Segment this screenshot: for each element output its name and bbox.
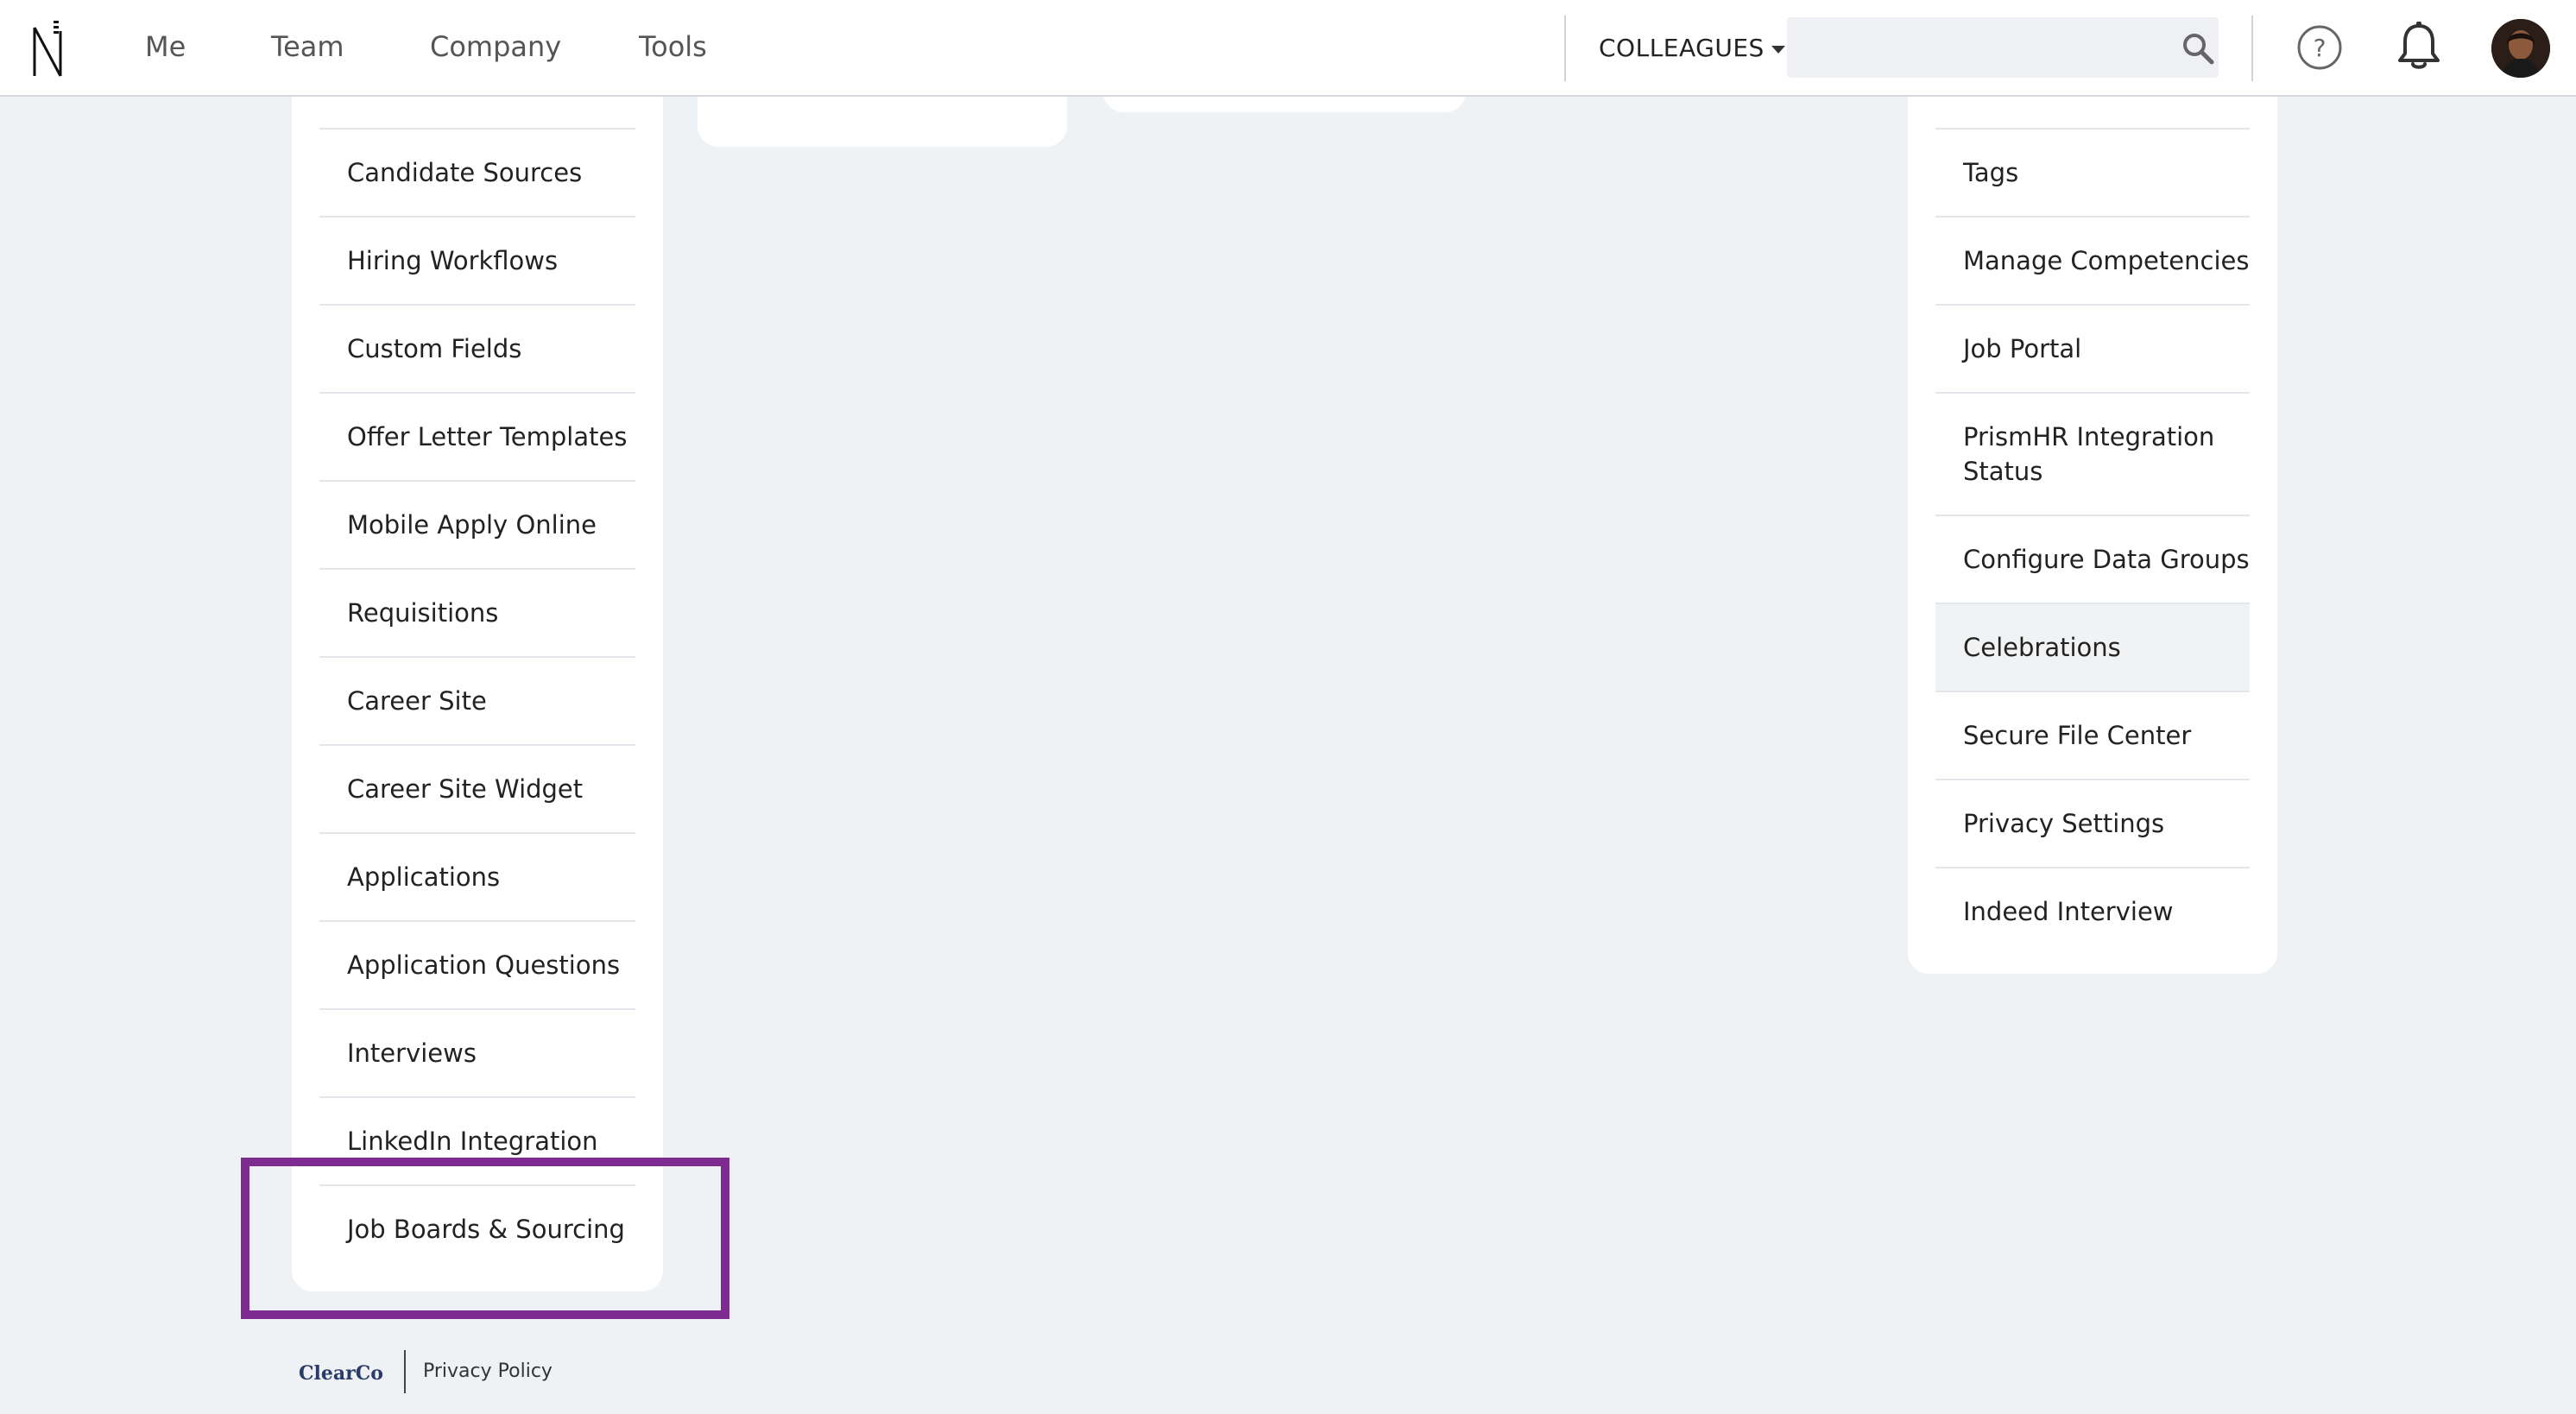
search-input[interactable] (1787, 17, 2219, 78)
menu-item-job-portal[interactable]: Job Portal (1935, 304, 2250, 392)
menu-item-label: Secure File Center (1963, 721, 2192, 750)
app-logo-icon[interactable] (31, 19, 66, 79)
menu-item-label: Career Site Widget (347, 774, 584, 804)
page: Me Team Company Tools COLLEAGUES ? Candi… (0, 0, 2576, 1414)
clearco-logo[interactable]: ClearCo (299, 1359, 392, 1388)
menu-item-label: Indeed Interview (1963, 897, 2174, 926)
menu-item-label: Job Boards & Sourcing (347, 1215, 625, 1244)
menu-item-applications[interactable]: Applications (319, 832, 635, 920)
menu-item-label: Hiring Workflows (347, 246, 559, 275)
menu-item-linkedin-integration[interactable]: LinkedIn Integration (319, 1096, 635, 1184)
menu-item-hiring-workflows[interactable]: Hiring Workflows (319, 216, 635, 304)
user-avatar[interactable] (2491, 19, 2550, 78)
menu-item-label: Requisitions (347, 598, 499, 628)
colleagues-dropdown[interactable]: COLLEAGUES (1599, 31, 1785, 66)
menu-item-mobile-apply-online[interactable]: Mobile Apply Online (319, 480, 635, 568)
menu-item-label: LinkedIn Integration (347, 1127, 598, 1156)
caret-down-icon (1771, 45, 1785, 54)
menu-item-label: Custom Fields (347, 334, 522, 363)
menu-item-label: Offer Letter Templates (347, 422, 628, 451)
menu-item-label: Privacy Settings (1963, 809, 2165, 838)
menu-item-label: Job Portal (1963, 334, 2082, 363)
menu-item-candidate-sources[interactable]: Candidate Sources (319, 128, 635, 216)
menu-item-privacy-settings[interactable]: Privacy Settings (1935, 779, 2250, 867)
menu-item-prismhr-integration-status[interactable]: PrismHR Integration Status (1935, 392, 2250, 514)
settings-card-right: Tags Manage Competencies Job Portal Pris… (1908, 0, 2277, 974)
menu-item-job-boards-sourcing[interactable]: Job Boards & Sourcing (319, 1184, 635, 1272)
menu-item-label: PrismHR Integration Status (1963, 422, 2215, 486)
menu-item-secure-file-center[interactable]: Secure File Center (1935, 691, 2250, 779)
menu-item-label: Interviews (347, 1038, 477, 1068)
menu-item-configure-data-groups[interactable]: Configure Data Groups (1935, 514, 2250, 603)
privacy-policy-link[interactable]: Privacy Policy (423, 1359, 552, 1385)
menu-item-custom-fields[interactable]: Custom Fields (319, 304, 635, 392)
menu-item-label: Celebrations (1963, 633, 2121, 662)
menu-item-indeed-interview[interactable]: Indeed Interview (1935, 867, 2250, 955)
menu-item-offer-letter-templates[interactable]: Offer Letter Templates (319, 392, 635, 480)
nav-divider (1564, 16, 1566, 81)
menu-item-label: Mobile Apply Online (347, 510, 597, 540)
menu-item-celebrations[interactable]: Celebrations (1935, 603, 2250, 691)
menu-item-tags[interactable]: Tags (1935, 128, 2250, 216)
clearco-logo-text: ClearCo (299, 1362, 383, 1385)
menu-item-label: Candidate Sources (347, 158, 583, 187)
avatar-portrait-icon (2491, 19, 2550, 78)
menu-item-label: Manage Competencies (1963, 246, 2250, 275)
notifications-bell-icon[interactable] (2395, 21, 2443, 73)
menu-item-requisitions[interactable]: Requisitions (319, 568, 635, 656)
menu-item-label: Career Site (347, 686, 487, 716)
colleagues-label: COLLEAGUES (1599, 34, 1765, 62)
settings-card-left: Candidate Sources Hiring Workflows Custo… (292, 0, 663, 1291)
menu-item-label: Applications (347, 862, 501, 892)
nav-company[interactable]: Company (430, 29, 561, 64)
footer-divider (404, 1350, 406, 1393)
menu-item-career-site[interactable]: Career Site (319, 656, 635, 744)
menu-item-label: Configure Data Groups (1963, 545, 2250, 574)
menu-item-interviews[interactable]: Interviews (319, 1008, 635, 1096)
menu-item-manage-competencies[interactable]: Manage Competencies (1935, 216, 2250, 304)
search-icon[interactable] (2181, 31, 2215, 66)
nav-me[interactable]: Me (145, 29, 186, 64)
menu-item-application-questions[interactable]: Application Questions (319, 920, 635, 1008)
menu-item-career-site-widget[interactable]: Career Site Widget (319, 744, 635, 832)
menu-item-label: Tags (1963, 158, 2019, 187)
nav-divider-right (2251, 16, 2253, 81)
top-navigation: Me Team Company Tools COLLEAGUES ? (0, 0, 2576, 97)
nav-tools[interactable]: Tools (639, 29, 707, 64)
svg-text:?: ? (2314, 34, 2327, 62)
help-icon[interactable]: ? (2296, 24, 2343, 71)
menu-item-label: Application Questions (347, 950, 621, 980)
nav-team[interactable]: Team (271, 29, 344, 64)
